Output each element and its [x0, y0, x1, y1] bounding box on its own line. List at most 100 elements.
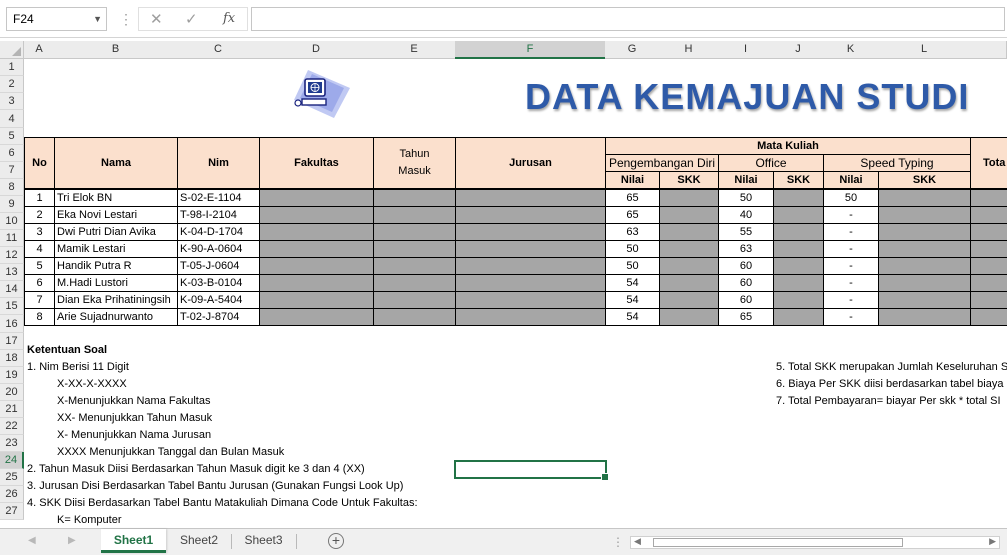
cell-empty[interactable] — [373, 223, 456, 241]
column-header-f[interactable]: F — [455, 41, 606, 59]
cell-empty[interactable] — [455, 189, 606, 207]
row-header-26[interactable]: 26 — [0, 486, 24, 503]
cell-empty[interactable] — [970, 223, 1007, 241]
cell-st-nilai[interactable]: 50 — [823, 189, 879, 207]
drag-handle-icon[interactable]: ⋮ — [119, 11, 133, 28]
row-header-7[interactable]: 7 — [0, 162, 24, 179]
cell-st-nilai[interactable]: - — [823, 291, 879, 309]
cell-empty[interactable] — [773, 291, 824, 309]
row-header-6[interactable]: 6 — [0, 145, 24, 162]
row-header-24[interactable]: 24 — [0, 452, 24, 469]
row-header-8[interactable]: 8 — [0, 179, 24, 196]
cell-office-nilai[interactable]: 63 — [718, 240, 774, 258]
cell-empty[interactable] — [878, 257, 971, 275]
column-header-d[interactable]: D — [259, 41, 374, 59]
cell-empty[interactable] — [659, 189, 719, 207]
cell-empty[interactable] — [259, 257, 374, 275]
cell-st-nilai[interactable]: - — [823, 206, 879, 224]
cell-empty[interactable] — [659, 206, 719, 224]
cell-empty[interactable] — [878, 223, 971, 241]
cell-empty[interactable] — [773, 223, 824, 241]
cell-st-nilai[interactable]: - — [823, 257, 879, 275]
select-all-corner[interactable] — [0, 41, 24, 59]
row-header-9[interactable]: 9 — [0, 196, 24, 213]
row-header-16[interactable]: 16 — [0, 315, 24, 333]
cell-nim[interactable]: K-04-D-1704 — [177, 223, 260, 241]
cell-office-nilai[interactable]: 60 — [718, 291, 774, 309]
cell-no[interactable]: 6 — [24, 274, 55, 292]
cell-empty[interactable] — [259, 189, 374, 207]
cell-no[interactable]: 7 — [24, 291, 55, 309]
row-header-27[interactable]: 27 — [0, 503, 24, 520]
add-sheet-icon[interactable]: + — [328, 533, 344, 549]
cell-empty[interactable] — [455, 257, 606, 275]
cell-no[interactable]: 8 — [24, 308, 55, 326]
cell-office-nilai[interactable]: 60 — [718, 257, 774, 275]
cell-nama[interactable]: Eka Novi Lestari — [54, 206, 178, 224]
cell-empty[interactable] — [373, 257, 456, 275]
row-header-12[interactable]: 12 — [0, 247, 24, 264]
cell-st-nilai[interactable]: - — [823, 223, 879, 241]
selected-cell-f24[interactable] — [454, 460, 609, 481]
cell-empty[interactable] — [878, 308, 971, 326]
cell-empty[interactable] — [373, 308, 456, 326]
enter-icon[interactable]: ✓ — [185, 10, 198, 28]
scrollbar-thumb[interactable] — [653, 538, 903, 547]
column-header-j[interactable]: J — [773, 41, 824, 59]
cell-pd-nilai[interactable]: 54 — [605, 308, 660, 326]
cell-empty[interactable] — [659, 257, 719, 275]
insert-function-icon[interactable]: fx — [223, 11, 235, 26]
cell-empty[interactable] — [659, 223, 719, 241]
cell-empty[interactable] — [773, 189, 824, 207]
cell-empty[interactable] — [659, 308, 719, 326]
cancel-icon[interactable]: ✕ — [150, 10, 163, 28]
cell-empty[interactable] — [455, 291, 606, 309]
cell-pd-nilai[interactable]: 63 — [605, 223, 660, 241]
cell-empty[interactable] — [455, 274, 606, 292]
name-box[interactable]: F24 ▼ — [6, 7, 107, 31]
cell-office-nilai[interactable]: 40 — [718, 206, 774, 224]
column-header-l[interactable]: L — [878, 41, 971, 59]
cell-empty[interactable] — [259, 291, 374, 309]
row-header-3[interactable]: 3 — [0, 93, 24, 110]
column-header-b[interactable]: B — [54, 41, 178, 59]
row-header-19[interactable]: 19 — [0, 367, 24, 384]
cell-empty[interactable] — [970, 274, 1007, 292]
cell-empty[interactable] — [878, 240, 971, 258]
row-header-13[interactable]: 13 — [0, 264, 24, 281]
cell-empty[interactable] — [373, 189, 456, 207]
cell-no[interactable]: 5 — [24, 257, 55, 275]
column-header-a[interactable]: A — [24, 41, 55, 59]
column-header-m[interactable] — [970, 41, 1007, 59]
cell-empty[interactable] — [773, 240, 824, 258]
cell-empty[interactable] — [773, 257, 824, 275]
cell-empty[interactable] — [259, 240, 374, 258]
column-header-c[interactable]: C — [177, 41, 260, 59]
cell-nama[interactable]: Dwi Putri Dian Avika — [54, 223, 178, 241]
scroll-left-icon[interactable]: ◀ — [634, 536, 641, 547]
cell-empty[interactable] — [878, 291, 971, 309]
cell-nim[interactable]: K-09-A-5404 — [177, 291, 260, 309]
cell-nim[interactable]: T-98-I-2104 — [177, 206, 260, 224]
cell-pd-nilai[interactable]: 65 — [605, 189, 660, 207]
column-header-i[interactable]: I — [718, 41, 774, 59]
cell-pd-nilai[interactable]: 50 — [605, 257, 660, 275]
cell-empty[interactable] — [259, 223, 374, 241]
scroll-tabs-left-icon[interactable]: ◀ — [28, 535, 36, 546]
column-header-k[interactable]: K — [823, 41, 879, 59]
cell-nim[interactable]: K-03-B-0104 — [177, 274, 260, 292]
cell-office-nilai[interactable]: 55 — [718, 223, 774, 241]
cell-nama[interactable]: Dian Eka Prihatiningsih — [54, 291, 178, 309]
cell-pd-nilai[interactable]: 54 — [605, 291, 660, 309]
row-header-23[interactable]: 23 — [0, 435, 24, 452]
scroll-tabs-right-icon[interactable]: ▶ — [68, 535, 76, 546]
row-header-17[interactable]: 17 — [0, 333, 24, 350]
cell-st-nilai[interactable]: - — [823, 274, 879, 292]
tab-sheet1[interactable]: Sheet1 — [101, 529, 166, 553]
cell-nim[interactable]: T-02-J-8704 — [177, 308, 260, 326]
cell-pd-nilai[interactable]: 54 — [605, 274, 660, 292]
cell-empty[interactable] — [878, 189, 971, 207]
cell-office-nilai[interactable]: 50 — [718, 189, 774, 207]
cell-no[interactable]: 4 — [24, 240, 55, 258]
row-header-1[interactable]: 1 — [0, 59, 24, 76]
